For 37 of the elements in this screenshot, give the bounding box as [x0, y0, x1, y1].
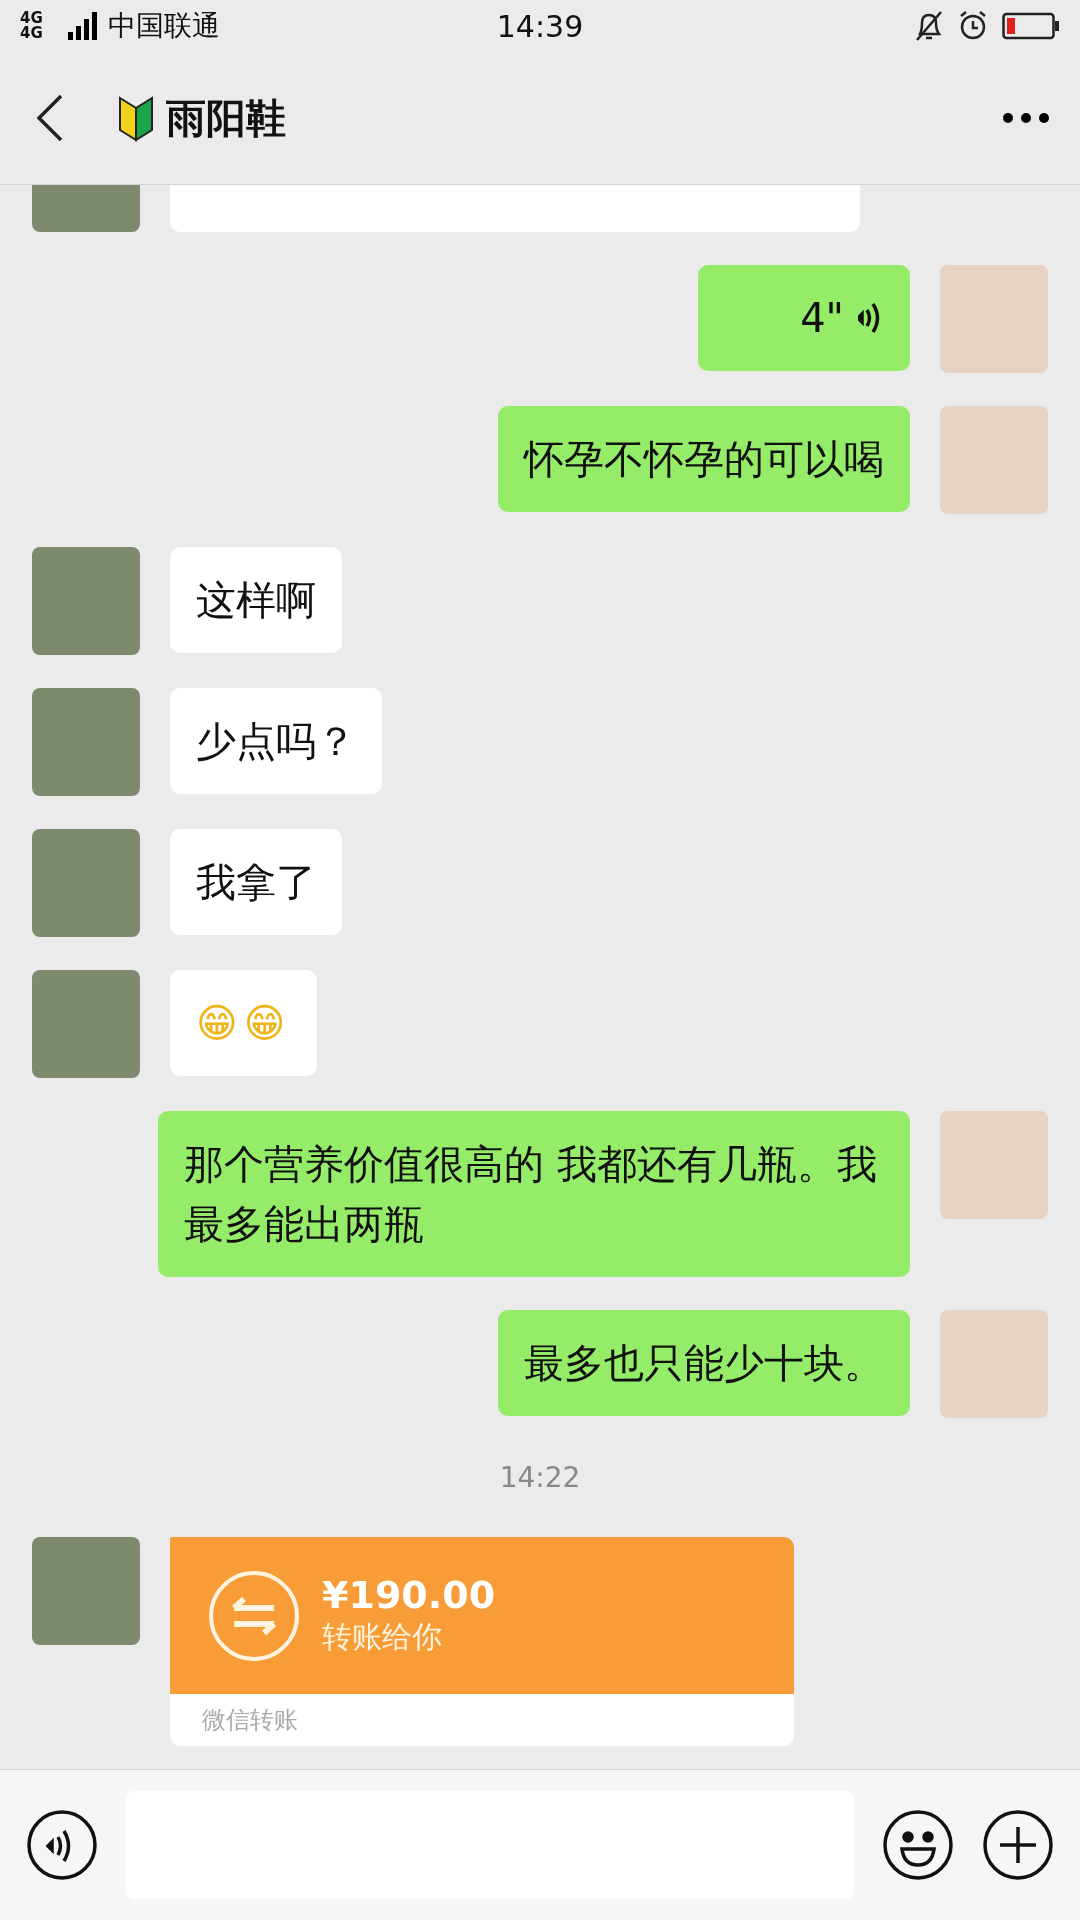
signal-icon [68, 12, 98, 40]
battery-icon [1002, 12, 1060, 40]
avatar[interactable] [32, 185, 140, 232]
more-icon[interactable] [1002, 112, 1050, 124]
alarm-clock-icon [958, 10, 988, 42]
emoji-icon[interactable] [882, 1809, 954, 1881]
transfer-icon [208, 1569, 300, 1662]
message-bubble[interactable]: 这样啊 [170, 547, 342, 653]
avatar[interactable] [940, 1310, 1048, 1418]
beginner-mark-icon [118, 94, 154, 142]
message-bubble[interactable]: 最多也只能少十块。 [498, 1310, 910, 1416]
avatar[interactable] [32, 970, 140, 1078]
avatar[interactable] [940, 1111, 1048, 1219]
transfer-note: 转账给你 [322, 1618, 443, 1656]
transfer-label: 微信转账 [202, 1705, 298, 1736]
message-bubble[interactable]: 怀孕不怀孕的可以喝 [498, 406, 910, 512]
avatar[interactable] [940, 265, 1048, 373]
chat-title: 雨阳鞋 [166, 93, 287, 143]
timestamp: 14:22 [499, 1461, 581, 1494]
message-bubble[interactable]: 少点吗？ [170, 688, 382, 794]
voice-message[interactable]: 4" [698, 265, 910, 371]
carrier-name: 中国联通 [108, 8, 220, 44]
network-type: 4G 4G [20, 11, 44, 41]
message-bubble[interactable]: 那个营养价值很高的 我都还有几瓶。我最多能出两瓶 [158, 1111, 910, 1277]
status-time: 14:39 [496, 8, 584, 44]
message-bubble[interactable]: 我拿了 [170, 829, 342, 935]
transfer-amount: ¥190.00 [322, 1573, 496, 1617]
plus-icon[interactable] [982, 1809, 1054, 1881]
back-icon[interactable] [36, 94, 64, 142]
avatar[interactable] [32, 1537, 140, 1645]
avatar[interactable] [940, 406, 1048, 514]
muted-bell-icon [914, 10, 944, 42]
avatar[interactable] [32, 688, 140, 796]
avatar[interactable] [32, 829, 140, 937]
avatar[interactable] [32, 547, 140, 655]
voice-duration: 4" [800, 294, 844, 343]
voice-input-icon[interactable] [26, 1809, 98, 1881]
